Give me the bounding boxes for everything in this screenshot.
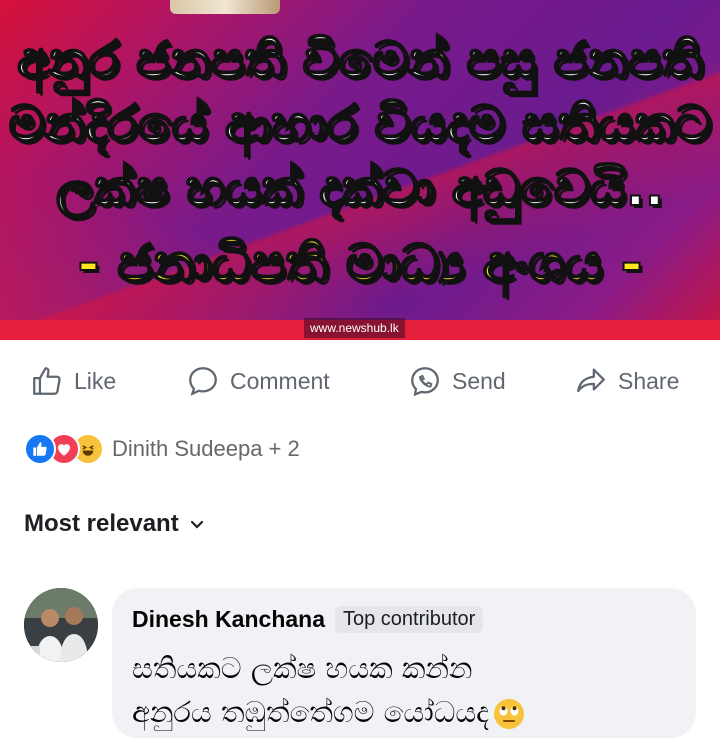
headline-line: මන්දිරයේ ආහාර වියදම සතියකට [8, 94, 712, 154]
share-button[interactable]: Share [574, 364, 679, 398]
like-label: Like [74, 367, 117, 394]
comment-author[interactable]: Dinesh Kanchana [132, 606, 325, 633]
thumbs-up-icon [33, 367, 61, 395]
comment-button[interactable]: Comment [186, 364, 330, 398]
share-arrow-icon [577, 368, 605, 393]
send-button[interactable]: Send [408, 364, 506, 398]
comment-line-2: අනුරය තඹුත්තේගම යෝධයද [132, 690, 672, 734]
comments-sort-dropdown[interactable]: Most relevant [24, 506, 205, 542]
top-contributor-badge: Top contributor [335, 605, 484, 633]
post-action-bar: Like Comment Send Share [0, 352, 720, 410]
send-label: Send [452, 367, 506, 394]
image-watermark: www.newshub.lk [304, 318, 405, 338]
speech-bubble-icon [189, 367, 217, 396]
comment-text: සතියකට ලක්ෂ හයක කන්න අනුරය තඹුත්තේගම යෝධ… [132, 646, 672, 734]
headline-line: ලක්ෂ හයක් දක්වා අඩුවෙයි.. [55, 158, 665, 218]
chevron-down-icon [190, 520, 203, 529]
share-label: Share [618, 367, 680, 394]
comment-header: Dinesh Kanchana Top contributor [132, 603, 484, 635]
reactions-summary[interactable]: Dinith Sudeepa + 2 [24, 432, 300, 466]
comment-label: Comment [230, 367, 330, 394]
post-image[interactable]: අනුර ජනපති වීමෙන් පසු ජනපති මන්දිරයේ ආහා… [0, 0, 720, 340]
like-button[interactable]: Like [30, 364, 116, 398]
like-reaction-icon [24, 433, 56, 465]
comment-line-text: අනුරය තඹුත්තේගම යෝධයද [132, 695, 490, 729]
rolling-eyes-emoji-icon [494, 699, 525, 729]
sort-label: Most relevant [24, 510, 179, 537]
comment-line: සතියකට ලක්ෂ හයක කන්න [132, 651, 473, 685]
avatar[interactable] [24, 588, 98, 662]
headline-line: අනුර ජනපති වීමෙන් පසු ජනපති [16, 30, 703, 90]
reactors-text: Dinith Sudeepa + 2 [112, 436, 300, 461]
messenger-icon [411, 367, 439, 397]
photo-fragment [170, 0, 280, 14]
post-image-headline: අනුර ජනපති වීමෙන් පසු ජනපති මන්දිරයේ ආහා… [0, 28, 720, 220]
post-image-source: - ජනාධිපති මාධ්‍ය අංශය - [77, 233, 644, 295]
